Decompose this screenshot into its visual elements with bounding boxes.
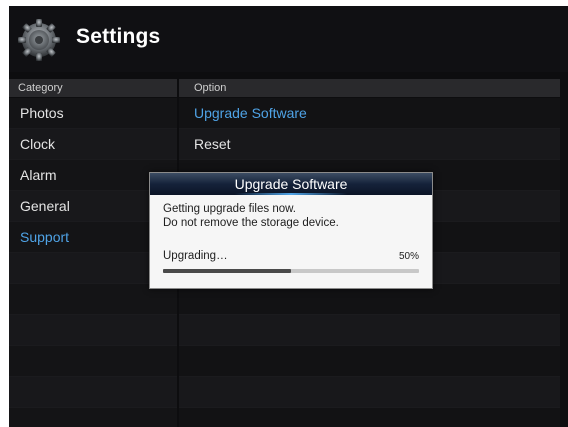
progress-percent: 50% (398, 251, 419, 262)
progress-bar (163, 269, 419, 273)
empty-row (179, 346, 560, 377)
empty-row (179, 408, 560, 427)
category-column-header: Category (9, 79, 177, 97)
option-reset[interactable]: Reset (194, 129, 231, 160)
empty-row (9, 315, 177, 346)
empty-row (9, 346, 177, 377)
empty-row (179, 377, 560, 408)
gear-icon (18, 19, 60, 61)
category-support[interactable]: Support (20, 222, 69, 253)
progress-bar-fill (163, 269, 291, 273)
list-item[interactable]: Reset (179, 129, 560, 160)
page-title: Settings (76, 25, 161, 48)
upgrade-status: Upgrading… (163, 250, 228, 262)
header: Settings (9, 6, 568, 72)
dialog-message-line-2: Do not remove the storage device. (163, 217, 339, 229)
category-photos[interactable]: Photos (20, 98, 64, 129)
list-item[interactable]: Clock (9, 129, 177, 160)
dialog-title: Upgrade Software (150, 173, 432, 195)
upgrade-dialog: Upgrade Software Getting upgrade files n… (149, 172, 433, 289)
dialog-message-line-1: Getting upgrade files now. (163, 203, 296, 215)
option-column-header: Option (179, 79, 560, 97)
list-item[interactable]: Upgrade Software (179, 98, 560, 129)
empty-row (179, 315, 560, 346)
option-upgrade-software[interactable]: Upgrade Software (194, 98, 307, 129)
empty-row (9, 408, 177, 427)
settings-screen: Settings Category Option Photos Clock Al… (9, 6, 568, 427)
category-clock[interactable]: Clock (20, 129, 55, 160)
category-general[interactable]: General (20, 191, 70, 222)
empty-row (9, 377, 177, 408)
category-alarm[interactable]: Alarm (20, 160, 57, 191)
list-item[interactable]: Photos (9, 98, 177, 129)
